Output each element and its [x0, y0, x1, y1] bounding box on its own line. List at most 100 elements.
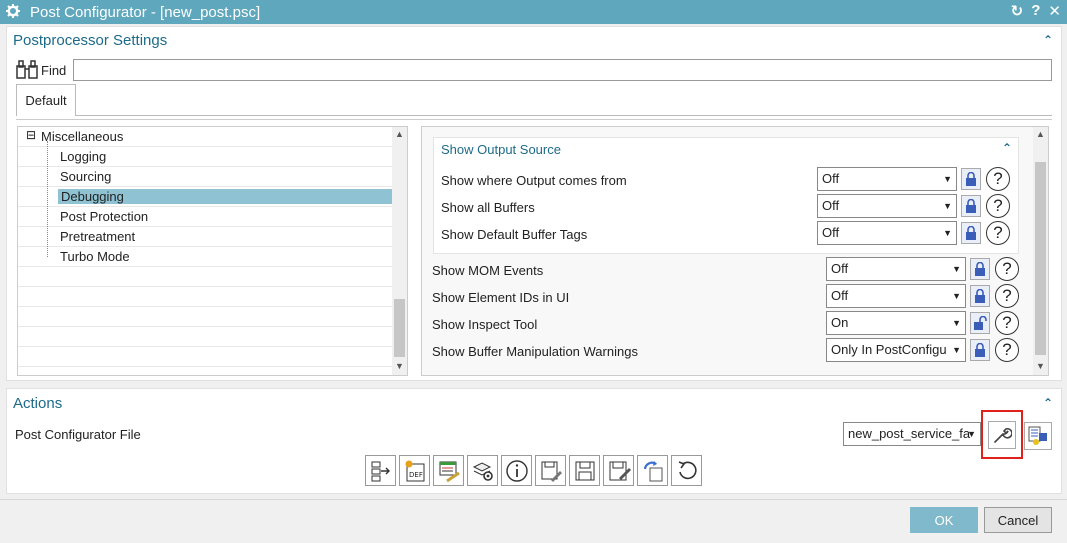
def-file-icon: DEF	[405, 460, 424, 481]
actions-section-title: Actions	[13, 395, 63, 412]
dropdown-value: Off	[831, 261, 849, 276]
cancel-button[interactable]: Cancel	[984, 507, 1052, 533]
collapse-actions-icon[interactable]: ⌃	[1043, 396, 1053, 410]
lock-icon[interactable]	[961, 168, 981, 190]
setting-dropdown[interactable]: Only In PostConfigu ▼	[826, 338, 966, 362]
save-button[interactable]	[569, 455, 600, 486]
tree-empty-row	[18, 287, 392, 307]
tree-collapse-icon[interactable]: ⊟	[26, 128, 36, 142]
setting-dropdown[interactable]: Off ▼	[817, 221, 957, 245]
tree-item-post-protection[interactable]: Post Protection	[18, 207, 392, 227]
help-circle-icon[interactable]: ?	[995, 311, 1019, 335]
setting-label: Show Element IDs in UI	[432, 290, 570, 305]
settings-icon	[472, 461, 493, 481]
detail-scroll-thumb[interactable]	[1035, 162, 1046, 355]
tree-scroll-thumb[interactable]	[394, 299, 405, 357]
scroll-up-icon[interactable]: ▲	[1036, 129, 1045, 139]
permissions-icon	[1028, 426, 1047, 445]
collapse-group-icon[interactable]: ⌃	[1002, 141, 1012, 155]
info-button[interactable]	[501, 455, 532, 486]
export-button[interactable]	[365, 455, 396, 486]
close-icon[interactable]: ✕	[1048, 2, 1061, 20]
svg-text:DEF: DEF	[409, 471, 423, 479]
settings-section-title: Postprocessor Settings	[13, 32, 168, 49]
setting-dropdown[interactable]: Off ▼	[817, 167, 957, 191]
reset-icon[interactable]: ↻	[1011, 2, 1024, 20]
find-label: Find	[41, 63, 67, 78]
scroll-down-icon[interactable]: ▼	[1036, 361, 1045, 371]
tree-item-pretreatment[interactable]: Pretreatment	[18, 227, 392, 247]
find-input[interactable]	[73, 59, 1052, 81]
group-title: Show Output Source	[441, 142, 561, 157]
dropdown-value: Off	[822, 225, 840, 240]
undo-button[interactable]	[671, 455, 702, 486]
lock-icon[interactable]	[961, 195, 981, 217]
scroll-up-icon[interactable]: ▲	[395, 129, 404, 139]
lock-icon[interactable]	[970, 258, 990, 280]
help-icon[interactable]: ?	[1031, 2, 1040, 20]
wrench-icon	[988, 420, 1016, 449]
wrench-button[interactable]	[981, 410, 1023, 459]
tree-item-label: Sourcing	[60, 169, 112, 184]
tree-item-logging[interactable]: Logging	[18, 147, 392, 167]
chevron-down-icon: ▼	[952, 345, 961, 355]
chevron-down-icon: ▼	[952, 318, 961, 328]
dropdown-value: Only In PostConfigu	[831, 342, 947, 357]
save-edit-button[interactable]	[603, 455, 634, 486]
settings-stack-button[interactable]	[467, 455, 498, 486]
help-circle-icon[interactable]: ?	[986, 167, 1010, 191]
info-icon	[505, 459, 528, 482]
tree-empty-row	[18, 327, 392, 347]
tree-empty-row	[18, 347, 392, 367]
dropdown-value: Off	[822, 171, 840, 186]
editor-icon	[439, 461, 460, 482]
ok-button[interactable]: OK	[910, 507, 978, 533]
gear-icon[interactable]	[6, 3, 22, 21]
undo-icon	[678, 460, 697, 479]
category-tree[interactable]: ⊟ Miscellaneous Logging Sourcing Debuggi…	[17, 126, 408, 376]
tree-item-sourcing[interactable]: Sourcing	[18, 167, 392, 187]
tree-item-label: Debugging	[58, 189, 392, 204]
help-circle-icon[interactable]: ?	[995, 338, 1019, 362]
setting-dropdown[interactable]: Off ▼	[826, 257, 966, 281]
unlock-icon[interactable]	[970, 312, 990, 334]
refresh-button[interactable]	[637, 455, 668, 486]
detail-scrollbar[interactable]: ▲ ▼	[1033, 127, 1048, 375]
post-file-dropdown[interactable]: new_post_service_fa ▼	[843, 422, 981, 446]
chevron-down-icon: ▼	[943, 201, 952, 211]
lock-icon[interactable]	[961, 222, 981, 244]
tree-item-label: Post Protection	[60, 209, 149, 224]
help-circle-icon[interactable]: ?	[995, 284, 1019, 308]
post-configurator-file-label: Post Configurator File	[15, 427, 141, 442]
help-circle-icon[interactable]: ?	[995, 257, 1019, 281]
def-file-button[interactable]: DEF	[399, 455, 430, 486]
setting-dropdown[interactable]: On ▼	[826, 311, 966, 335]
lock-icon[interactable]	[970, 285, 990, 307]
chevron-down-icon: ▼	[967, 429, 976, 439]
setting-label: Show where Output comes from	[441, 173, 627, 188]
setting-dropdown[interactable]: Off ▼	[817, 194, 957, 218]
dropdown-value: new_post_service_fa	[848, 426, 971, 441]
tree-scrollbar[interactable]: ▲ ▼	[392, 127, 407, 375]
tree-item-turbo-mode[interactable]: Turbo Mode	[18, 247, 392, 267]
tree-item-debugging[interactable]: Debugging	[18, 187, 392, 207]
lock-icon[interactable]	[970, 339, 990, 361]
setting-dropdown[interactable]: Off ▼	[826, 284, 966, 308]
permissions-button[interactable]	[1024, 422, 1052, 450]
tree-item-miscellaneous[interactable]: ⊟ Miscellaneous	[18, 127, 392, 147]
editor-button[interactable]	[433, 455, 464, 486]
setting-label: Show MOM Events	[432, 263, 544, 278]
setting-label: Show Buffer Manipulation Warnings	[432, 344, 638, 359]
tree-empty-row	[18, 267, 392, 287]
help-circle-icon[interactable]: ?	[986, 221, 1010, 245]
window-title: Post Configurator - [new_post.psc]	[30, 3, 261, 21]
chevron-down-icon: ▼	[952, 291, 961, 301]
binoculars-icon	[15, 60, 39, 83]
scroll-down-icon[interactable]: ▼	[395, 361, 404, 371]
title-bar: Post Configurator - [new_post.psc] ↻ ? ✕	[0, 0, 1067, 24]
help-circle-icon[interactable]: ?	[986, 194, 1010, 218]
save-as-button[interactable]	[535, 455, 566, 486]
footer-divider	[0, 499, 1067, 500]
collapse-settings-icon[interactable]: ⌃	[1043, 33, 1053, 47]
tab-default[interactable]: Default	[16, 84, 76, 116]
